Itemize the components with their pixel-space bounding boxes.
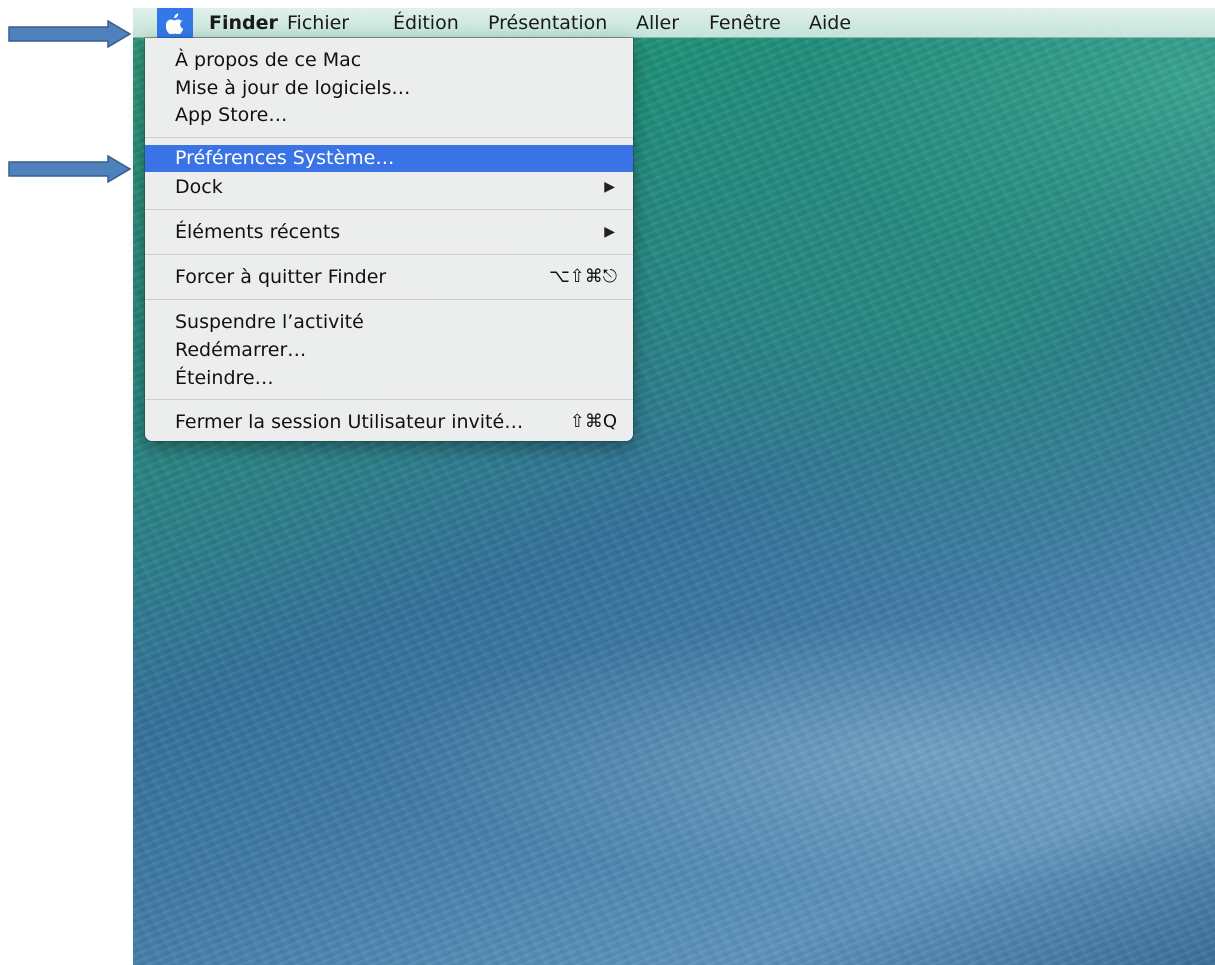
menu-item-force-quit[interactable]: Forcer à quitter Finder ⌥⇧⌘⎋	[145, 263, 633, 291]
menu-aller[interactable]: Aller	[636, 8, 679, 38]
menu-separator	[145, 399, 633, 400]
menu-item-recent-items-label: Éléments récents	[175, 221, 341, 243]
menu-item-restart[interactable]: Redémarrer…	[145, 336, 633, 364]
menu-fenetre[interactable]: Fenêtre	[709, 8, 781, 38]
menu-separator	[145, 209, 633, 210]
menu-item-logout[interactable]: Fermer la session Utilisateur invité… ⇧⌘…	[145, 408, 633, 436]
annotation-arrow-apple-menu-icon	[8, 20, 132, 48]
logout-shortcut: ⇧⌘Q	[569, 411, 617, 432]
menu-item-dock-label: Dock	[175, 176, 223, 198]
menu-fichier[interactable]: Fichier	[287, 8, 349, 38]
menu-item-force-quit-label: Forcer à quitter Finder	[175, 266, 387, 288]
menu-item-software-update[interactable]: Mise à jour de logiciels…	[145, 74, 633, 102]
annotation-arrow-system-prefs-icon	[8, 155, 132, 183]
menu-item-shutdown[interactable]: Éteindre…	[145, 364, 633, 392]
menu-edition[interactable]: Édition	[393, 8, 459, 38]
menu-item-sleep[interactable]: Suspendre l’activité	[145, 308, 633, 336]
menu-item-logout-label: Fermer la session Utilisateur invité…	[175, 411, 524, 433]
menu-item-system-preferences[interactable]: Préférences Système…	[145, 145, 633, 172]
force-quit-shortcut: ⌥⇧⌘⎋	[548, 266, 617, 287]
apple-logo-icon	[166, 13, 184, 34]
apple-menu-dropdown: À propos de ce Mac Mise à jour de logici…	[145, 38, 633, 441]
menu-separator	[145, 137, 633, 138]
menu-separator	[145, 299, 633, 300]
menu-separator	[145, 254, 633, 255]
submenu-arrow-icon: ▶	[604, 179, 615, 195]
menu-presentation[interactable]: Présentation	[488, 8, 607, 38]
menu-item-recent-items[interactable]: Éléments récents ▶	[145, 218, 633, 246]
menu-finder[interactable]: Finder	[209, 8, 278, 38]
menu-item-about[interactable]: À propos de ce Mac	[145, 46, 633, 74]
apple-menu[interactable]	[157, 8, 193, 38]
submenu-arrow-icon: ▶	[604, 224, 615, 240]
menu-item-dock[interactable]: Dock ▶	[145, 173, 633, 201]
menu-aide[interactable]: Aide	[809, 8, 851, 38]
menu-bar: Finder Fichier Édition Présentation Alle…	[133, 8, 1215, 38]
menu-item-app-store[interactable]: App Store…	[145, 101, 633, 129]
screenshot-canvas: Finder Fichier Édition Présentation Alle…	[0, 0, 1215, 965]
